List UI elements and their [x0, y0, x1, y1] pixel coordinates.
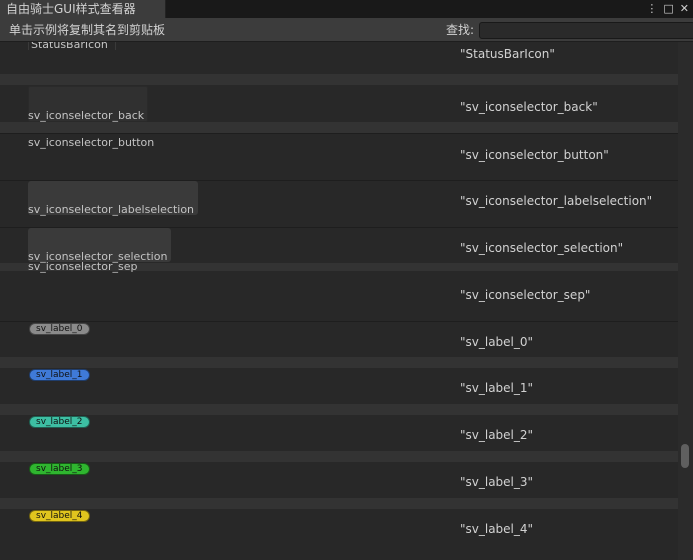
row-separator [0, 122, 678, 133]
row-separator [0, 451, 678, 462]
search-label: 查找: [446, 23, 475, 37]
row-separator [0, 357, 678, 368]
list-item[interactable]: sv_iconselector_selection "sv_iconselect… [0, 227, 678, 263]
list-item[interactable]: sv_label_1 "sv_label_1" [0, 368, 678, 404]
window-controls: ⋮ □ ✕ [646, 0, 689, 18]
list-item[interactable]: StatusBarIcon "StatusBarIcon" [0, 42, 678, 74]
list-item[interactable]: sv_label_4 "sv_label_4" [0, 509, 678, 560]
style-quoted-name: "sv_iconselector_labelselection" [460, 194, 653, 208]
row-separator [0, 74, 678, 85]
style-quoted-name: "sv_iconselector_sep" [460, 288, 591, 302]
style-quoted-name: "sv_label_2" [460, 428, 534, 442]
label-pill-teal: sv_label_2 [29, 416, 90, 428]
maximize-icon[interactable]: □ [663, 0, 673, 18]
style-quoted-name: "sv_iconselector_button" [460, 148, 609, 162]
more-vert-icon[interactable]: ⋮ [646, 0, 657, 18]
list-item[interactable]: sv_iconselector_sep "sv_iconselector_sep… [0, 260, 678, 318]
row-separator [0, 498, 678, 509]
style-quoted-name: "sv_iconselector_selection" [460, 241, 624, 255]
style-quoted-name: "StatusBarIcon" [460, 47, 555, 61]
row-separator [0, 404, 678, 415]
label-pill-green: sv_label_3 [29, 463, 90, 475]
copy-hint-label: 单击示例将复制其名到剪贴板 [9, 23, 166, 37]
label-pill-yellow: sv_label_4 [29, 510, 90, 522]
list-item[interactable]: sv_label_0 "sv_label_0" [0, 321, 678, 357]
style-name: sv_iconselector_sep [28, 260, 138, 273]
list-item[interactable]: sv_label_3 "sv_label_3" [0, 462, 678, 498]
tab-bar: 自由骑士GUI样式查看器 ⋮ □ ✕ [0, 0, 693, 18]
tab-gui-style-viewer[interactable]: 自由骑士GUI样式查看器 [0, 0, 166, 18]
style-quoted-name: "sv_label_0" [460, 335, 534, 349]
style-quoted-name: "sv_label_1" [460, 381, 534, 395]
scrollbar-thumb[interactable] [681, 444, 689, 468]
list-item[interactable]: sv_iconselector_labelselection "sv_icons… [0, 180, 678, 227]
label-pill-gray: sv_label_0 [29, 323, 90, 335]
search-input[interactable] [479, 22, 693, 39]
gui-style-viewer-window: 自由骑士GUI样式查看器 ⋮ □ ✕ 单击示例将复制其名到剪贴板 查找: Sta… [0, 0, 693, 560]
list-item[interactable]: sv_iconselector_button "sv_iconselector_… [0, 133, 678, 180]
style-quoted-name: "sv_iconselector_back" [460, 100, 598, 114]
close-icon[interactable]: ✕ [680, 0, 689, 18]
style-quoted-name: "sv_label_3" [460, 475, 534, 489]
label-pill-blue: sv_label_1 [29, 369, 90, 381]
list-item[interactable]: sv_label_2 "sv_label_2" [0, 415, 678, 451]
style-name: sv_iconselector_button [28, 136, 155, 149]
toolbar: 单击示例将复制其名到剪贴板 查找: [0, 18, 693, 42]
list-item[interactable]: sv_iconselector_back "sv_iconselector_ba… [0, 85, 678, 122]
style-list: StatusBarIcon "StatusBarIcon" sv_iconsel… [0, 42, 678, 560]
style-name: sv_iconselector_back [28, 109, 145, 122]
style-name: sv_iconselector_labelselection [28, 203, 195, 216]
style-name: StatusBarIcon [31, 42, 108, 51]
vertical-scrollbar[interactable] [678, 42, 693, 560]
tab-title: 自由骑士GUI样式查看器 [6, 2, 136, 16]
style-quoted-name: "sv_label_4" [460, 522, 534, 536]
